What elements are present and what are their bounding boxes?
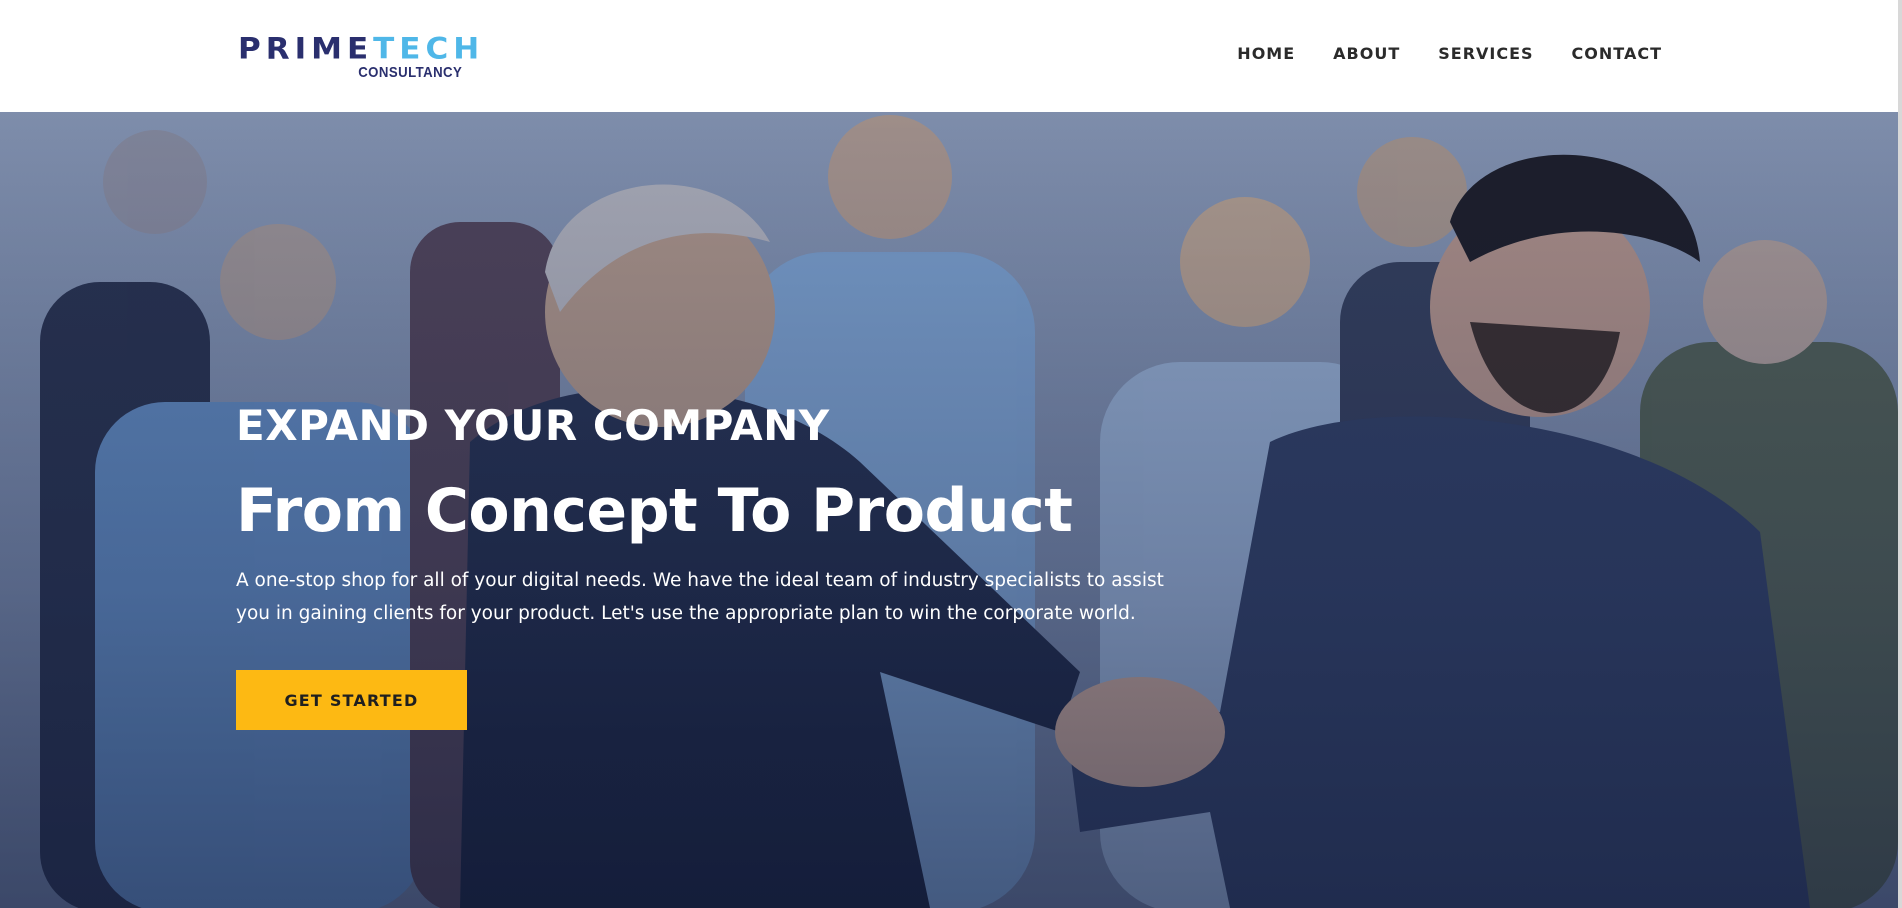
logo-wordmark: PRIMETECH xyxy=(238,33,484,65)
logo-prime-text: PRIME xyxy=(238,32,374,67)
site-header: PRIMETECH CONSULTANCY HOME ABOUT SERVICE… xyxy=(0,0,1902,112)
nav-item-contact[interactable]: CONTACT xyxy=(1572,44,1662,64)
primetech-logo[interactable]: PRIMETECH CONSULTANCY xyxy=(238,33,479,83)
nav-item-services[interactable]: SERVICES xyxy=(1438,44,1533,64)
logo-tech-text: TECH xyxy=(373,32,485,67)
nav-item-home[interactable]: HOME xyxy=(1237,44,1295,64)
main-nav: HOME ABOUT SERVICES CONTACT xyxy=(1237,44,1662,64)
hero-kicker: EXPAND YOUR COMPANY xyxy=(236,401,830,450)
page-scrollbar[interactable] xyxy=(1898,0,1902,908)
hero-description: A one-stop shop for all of your digital … xyxy=(236,570,1164,624)
get-started-button[interactable]: GET STARTED xyxy=(236,670,467,730)
nav-item-about[interactable]: ABOUT xyxy=(1333,44,1400,64)
hero-headline: From Concept To Product xyxy=(236,476,1073,546)
logo-subtitle: CONSULTANCY xyxy=(357,64,462,81)
hero-content: EXPAND YOUR COMPANY From Concept To Prod… xyxy=(236,402,1216,730)
hero-section: EXPAND YOUR COMPANY From Concept To Prod… xyxy=(0,112,1898,908)
